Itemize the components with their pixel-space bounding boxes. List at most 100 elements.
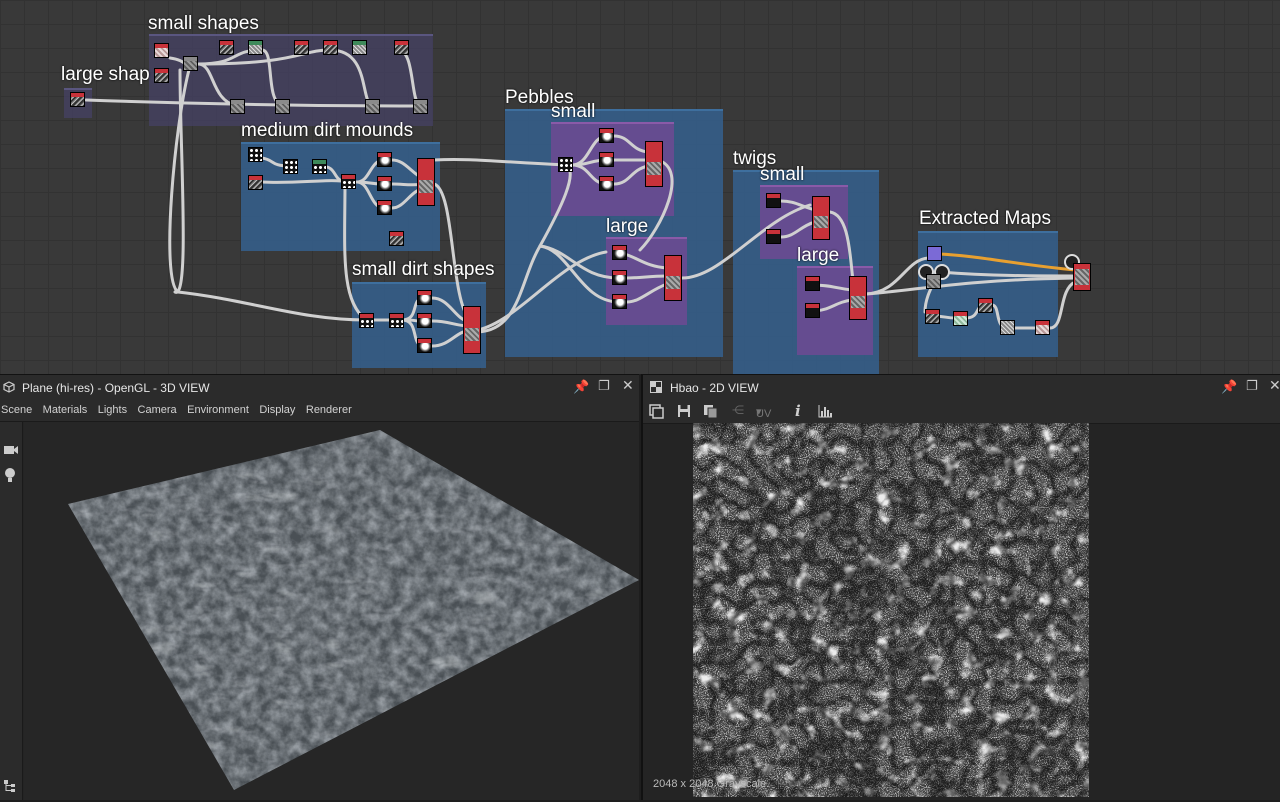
panel-title: Plane (hi-res) - OpenGL - 3D VIEW <box>22 381 210 395</box>
blend-node[interactable] <box>664 255 682 301</box>
graph-node[interactable] <box>394 40 409 55</box>
uv-dropdown[interactable]: UV ▾ <box>756 405 771 420</box>
frame-label-medium-dirt-mounds: medium dirt mounds <box>241 120 414 141</box>
graph-node[interactable] <box>978 298 993 313</box>
menu-camera[interactable]: Camera <box>138 400 181 416</box>
blend-node[interactable] <box>812 196 830 240</box>
blend-node[interactable] <box>645 141 663 187</box>
share-icon[interactable]: ⋲ <box>732 403 744 417</box>
graph-node[interactable] <box>377 176 392 191</box>
graph-node[interactable] <box>377 152 392 167</box>
graph-node[interactable] <box>612 270 627 285</box>
graph-node[interactable] <box>323 40 338 55</box>
blend-node[interactable] <box>463 306 481 354</box>
status-text: 2048 x 2048 Grayscale <box>653 778 767 790</box>
checker-icon <box>650 381 662 393</box>
panel-title-bar: Plane (hi-res) - OpenGL - 3D VIEW 📌 ❐ ✕ <box>0 375 639 400</box>
close-icon[interactable]: ✕ <box>622 377 634 394</box>
menu-bar: Scene Materials Lights Camera Environmen… <box>0 400 639 422</box>
graph-node[interactable] <box>417 290 432 305</box>
graph-node[interactable] <box>766 193 781 208</box>
graph-node[interactable] <box>612 245 627 260</box>
graph-node[interactable] <box>312 159 327 174</box>
panel-title-bar: Hbao - 2D VIEW 📌 ❐ ✕ <box>643 375 1280 400</box>
graph-node[interactable] <box>599 128 614 143</box>
side-toolbar <box>0 422 23 800</box>
graph-node[interactable] <box>70 92 85 107</box>
graph-node[interactable] <box>389 313 404 328</box>
blend-node[interactable] <box>849 276 867 320</box>
frame-label-twigs-small: small <box>760 164 805 185</box>
graph-node[interactable] <box>927 246 942 261</box>
graph-node[interactable] <box>805 276 820 291</box>
viewport-3d[interactable] <box>24 422 639 800</box>
panel-2d-view: Hbao - 2D VIEW 📌 ❐ ✕ ⋲ UV ▾ i 2048 x 204… <box>641 374 1280 800</box>
graph-node[interactable] <box>352 40 367 55</box>
maximize-icon[interactable]: ❐ <box>598 378 610 394</box>
fit-icon[interactable] <box>649 404 664 419</box>
pin-icon[interactable]: 📌 <box>573 379 589 395</box>
graph-node[interactable] <box>413 99 428 114</box>
menu-environment[interactable]: Environment <box>187 400 253 416</box>
graph-node[interactable] <box>926 274 941 289</box>
output-node[interactable] <box>1073 263 1091 291</box>
menu-renderer[interactable]: Renderer <box>306 400 356 416</box>
graph-node[interactable] <box>377 200 392 215</box>
frame-label-extracted-maps: Extracted Maps <box>919 208 1051 229</box>
graph-node[interactable] <box>275 99 290 114</box>
graph-node[interactable] <box>599 152 614 167</box>
light-bulb-icon[interactable] <box>4 467 16 483</box>
graph-node[interactable] <box>219 40 234 55</box>
frame-label-small-dirt-shapes: small dirt shapes <box>352 259 495 280</box>
histogram-icon[interactable] <box>818 405 833 418</box>
graph-node[interactable] <box>953 311 968 326</box>
node-graph[interactable]: small shapes large shap medium dirt moun… <box>0 0 1280 374</box>
menu-lights[interactable]: Lights <box>98 400 131 416</box>
blend-node[interactable] <box>417 158 435 206</box>
info-icon[interactable]: i <box>795 402 801 420</box>
graph-node[interactable] <box>248 147 263 162</box>
frame-label-twigs-large: large <box>797 245 840 266</box>
texture-preview[interactable] <box>693 423 1089 797</box>
graph-node[interactable] <box>925 309 940 324</box>
graph-node[interactable] <box>230 99 245 114</box>
graph-node[interactable] <box>1000 320 1015 335</box>
frame-label-large-shapes: large shap <box>61 64 150 85</box>
frame-label-small-shapes: small shapes <box>148 13 259 34</box>
graph-node[interactable] <box>612 294 627 309</box>
panel-3d-view: Plane (hi-res) - OpenGL - 3D VIEW 📌 ❐ ✕ … <box>0 374 639 800</box>
frame-label-pebbles-small: small <box>551 101 596 122</box>
terrain-plane <box>68 430 639 790</box>
uv-label: UV <box>756 408 772 420</box>
graph-node[interactable] <box>341 174 356 189</box>
close-icon[interactable]: ✕ <box>1269 377 1280 394</box>
graph-node[interactable] <box>283 159 298 174</box>
graph-node[interactable] <box>599 176 614 191</box>
graph-node[interactable] <box>805 303 820 318</box>
hierarchy-icon[interactable] <box>3 779 17 793</box>
save-icon[interactable] <box>677 404 691 418</box>
camera-icon[interactable] <box>3 444 19 456</box>
graph-node[interactable] <box>365 99 380 114</box>
graph-node[interactable] <box>1035 320 1050 335</box>
menu-scene[interactable]: Scene <box>1 400 36 416</box>
graph-node[interactable] <box>154 68 169 83</box>
graph-node[interactable] <box>359 313 374 328</box>
graph-node[interactable] <box>248 175 263 190</box>
menu-display[interactable]: Display <box>259 400 299 416</box>
graph-node[interactable] <box>389 231 404 246</box>
toolbar-2d: ⋲ UV ▾ i <box>643 400 1280 424</box>
maximize-icon[interactable]: ❐ <box>1246 378 1258 394</box>
graph-node[interactable] <box>294 40 309 55</box>
graph-node[interactable] <box>766 229 781 244</box>
graph-node[interactable] <box>417 338 432 353</box>
graph-node[interactable] <box>417 313 432 328</box>
graph-node[interactable] <box>248 40 263 55</box>
pin-icon[interactable]: 📌 <box>1221 379 1237 395</box>
menu-materials[interactable]: Materials <box>43 400 92 416</box>
panel-title: Hbao - 2D VIEW <box>670 381 759 395</box>
graph-node[interactable] <box>154 43 169 58</box>
copy-icon[interactable] <box>703 404 718 419</box>
graph-node[interactable] <box>183 56 198 71</box>
graph-node[interactable] <box>558 157 573 172</box>
